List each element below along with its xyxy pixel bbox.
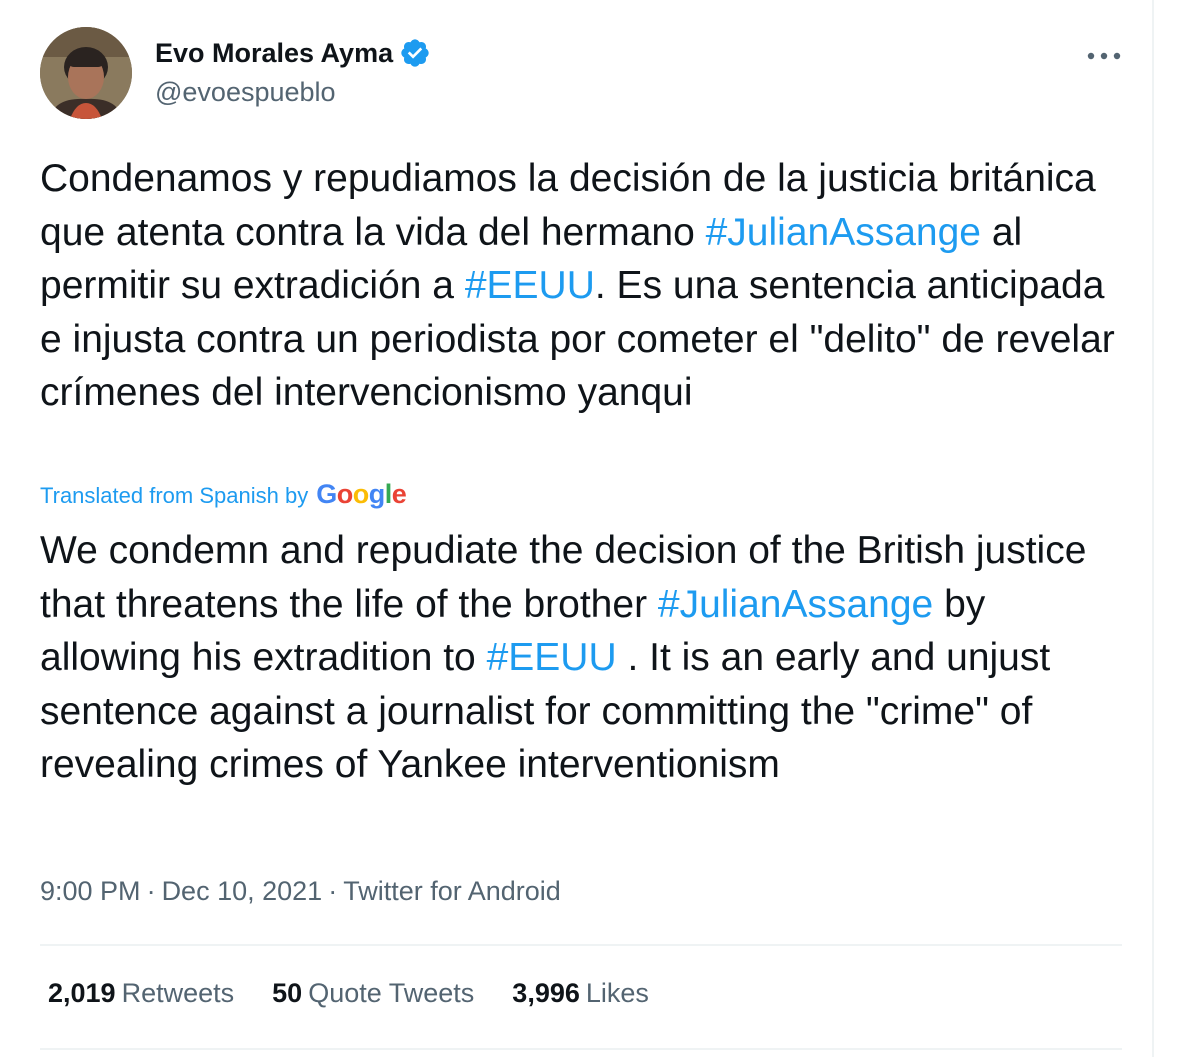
author-handle[interactable]: @evoespueblo xyxy=(155,77,336,108)
tweet-source[interactable]: Twitter for Android xyxy=(343,876,561,906)
tweet-text-translated: We condemn and repudiate the decision of… xyxy=(40,524,1130,792)
meta-separator: · xyxy=(146,876,156,906)
tweet-card: Evo Morales Ayma @evoespueblo Condenamos… xyxy=(0,0,1154,1057)
retweets-label: Retweets xyxy=(121,978,235,1008)
hashtag-link[interactable]: #EEUU xyxy=(465,264,595,307)
quote-tweets-count: 50 xyxy=(272,978,303,1008)
verified-badge-icon xyxy=(399,37,431,69)
tweet-time[interactable]: 9:00 PM xyxy=(40,876,141,906)
translation-note-text: Translated from Spanish by xyxy=(40,483,309,508)
likes-label: Likes xyxy=(585,978,649,1008)
avatar[interactable] xyxy=(40,27,132,119)
translation-note[interactable]: Translated from Spanish by Google xyxy=(40,479,407,510)
hashtag-link[interactable]: #EEUU xyxy=(487,636,617,679)
retweets-count: 2,019 xyxy=(48,978,116,1008)
tweet-date[interactable]: Dec 10, 2021 xyxy=(162,876,323,906)
likes-stat[interactable]: 3,996 Likes xyxy=(512,978,649,1009)
quote-tweets-label: Quote Tweets xyxy=(308,978,475,1008)
author-name[interactable]: Evo Morales Ayma xyxy=(155,37,431,69)
quote-tweets-stat[interactable]: 50 Quote Tweets xyxy=(272,978,474,1009)
google-logo: Google xyxy=(316,479,407,509)
hashtag-link[interactable]: #JulianAssange xyxy=(658,583,933,626)
tweet-stats: 2,019 Retweets 50 Quote Tweets 3,996 Likes xyxy=(48,978,687,1009)
likes-count: 3,996 xyxy=(512,978,580,1008)
tweet-meta: 9:00 PM · Dec 10, 2021 · Twitter for Android xyxy=(40,876,561,907)
divider xyxy=(40,1048,1122,1050)
meta-separator: · xyxy=(328,876,338,906)
avatar-image xyxy=(40,27,132,119)
author-name-text: Evo Morales Ayma xyxy=(155,37,394,68)
more-horizontal-icon xyxy=(1087,52,1121,60)
hashtag-link[interactable]: #JulianAssange xyxy=(706,211,981,254)
divider xyxy=(40,944,1122,946)
retweets-stat[interactable]: 2,019 Retweets xyxy=(48,978,234,1009)
more-options-button[interactable] xyxy=(1082,38,1126,74)
tweet-text-original: Condenamos y repudiamos la decisión de l… xyxy=(40,152,1130,420)
